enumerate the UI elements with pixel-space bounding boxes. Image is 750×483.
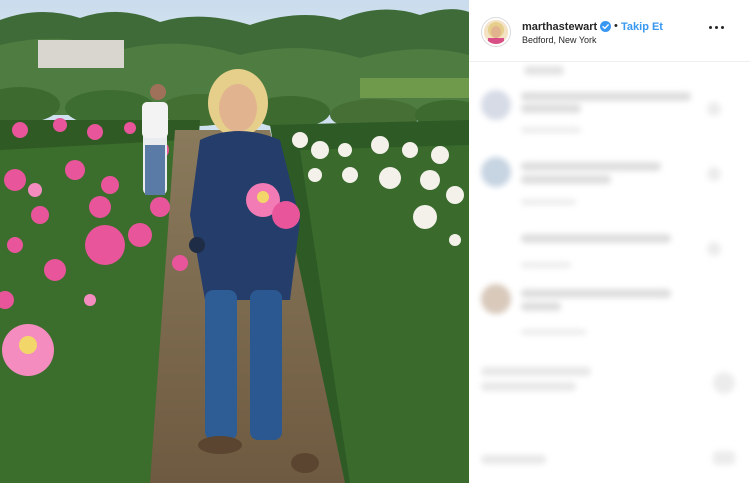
post-side-panel: marthastewart • Takip Et Bedford, New Yo…: [469, 0, 750, 483]
post-header: marthastewart • Takip Et Bedford, New Yo…: [469, 0, 750, 62]
comment-row: [469, 82, 750, 133]
verified-badge-icon: [600, 21, 611, 32]
garden-photo-illustration: [0, 0, 469, 483]
follow-button[interactable]: Takip Et: [621, 21, 663, 33]
location-link[interactable]: Bedford, New York: [522, 35, 597, 45]
blurred-comments-area: [469, 62, 750, 483]
comment-row: [469, 362, 750, 412]
comment-row: [469, 157, 750, 207]
post-photo[interactable]: [0, 0, 469, 483]
separator-dot: •: [614, 20, 618, 32]
instagram-post: marthastewart • Takip Et Bedford, New Yo…: [0, 0, 750, 483]
avatar[interactable]: [481, 17, 511, 47]
comment-row: [469, 284, 750, 335]
username-link[interactable]: marthastewart: [522, 21, 597, 33]
comment-row: [469, 230, 750, 280]
comment-row: [469, 447, 750, 483]
more-options-icon[interactable]: [709, 26, 725, 32]
avatar-image: [484, 20, 508, 44]
